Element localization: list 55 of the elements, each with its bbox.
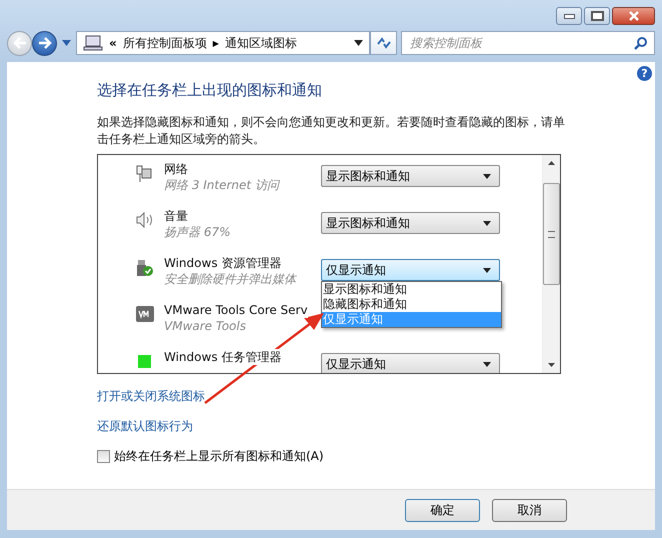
behavior-dropdown[interactable]: 显示图标和通知 xyxy=(321,165,500,187)
description-text: 如果选择隐藏图标和通知，则不会向您通知更改和更新。若要随时查看隐藏的图标，请单击任务栏上通知区域旁的箭头。 xyxy=(97,114,566,148)
breadcrumb-item[interactable]: 所有控制面板项 xyxy=(122,34,207,52)
checkbox-label: 始终在任务栏上显示所有图标和通知(A) xyxy=(114,448,324,465)
address-bar[interactable]: « 所有控制面板项 ▶ 通知区域图标 xyxy=(76,31,370,55)
close-icon xyxy=(628,11,640,21)
computer-icon xyxy=(83,35,103,51)
forward-button[interactable] xyxy=(32,30,57,56)
caret-icon xyxy=(483,268,491,272)
item-name: Windows 任务管理器 xyxy=(164,349,282,365)
search-input[interactable]: 搜索控制面板 xyxy=(408,35,634,51)
speaker-icon xyxy=(136,212,154,228)
search-icon[interactable] xyxy=(634,36,648,50)
caret-icon xyxy=(483,362,491,366)
behavior-dropdown[interactable]: 仅显示通知 xyxy=(321,259,500,281)
dialog-button[interactable]: 取消 xyxy=(492,498,567,522)
item-detail: VMware Tools xyxy=(164,318,247,334)
dropdown-option[interactable]: 隐藏图标和通知 xyxy=(322,297,501,312)
right-arrow-icon xyxy=(38,37,52,49)
refresh-button[interactable] xyxy=(370,31,397,55)
link[interactable]: 打开或关闭系统图标 xyxy=(97,388,205,405)
search-field[interactable]: 搜索控制面板 xyxy=(401,31,655,55)
square-icon xyxy=(138,355,151,368)
checkbox[interactable] xyxy=(97,450,110,463)
link[interactable]: 还原默认图标行为 xyxy=(97,418,193,435)
behavior-dropdown[interactable]: 仅显示通知 xyxy=(321,353,500,373)
help-button[interactable]: ? xyxy=(637,66,652,81)
usb-drive-icon xyxy=(136,259,154,277)
scrollbar[interactable] xyxy=(542,155,560,373)
behavior-dropdown[interactable]: 显示图标和通知 xyxy=(321,212,500,234)
item-detail: 安全删除硬件并弹出媒体 xyxy=(164,271,298,287)
breadcrumb-item[interactable]: 通知区域图标 xyxy=(224,34,297,52)
scroll-up-icon[interactable] xyxy=(548,161,555,165)
dropdown-option[interactable]: 显示图标和通知 xyxy=(322,282,501,297)
caret-icon xyxy=(483,220,491,226)
caret-icon xyxy=(483,174,491,178)
scroll-down-icon[interactable] xyxy=(548,363,555,367)
caret-icon[interactable] xyxy=(354,40,363,46)
left-arrow-icon xyxy=(12,37,26,49)
overflow-chevron[interactable]: « xyxy=(109,36,117,50)
item-name: 网络 xyxy=(164,161,188,177)
maximize-button[interactable] xyxy=(584,7,610,25)
vm-logo-icon xyxy=(136,306,154,322)
item-detail: 网络 3 Internet 访问 xyxy=(164,177,281,193)
item-name: 音量 xyxy=(164,208,188,224)
item-detail: 扬声器 67% xyxy=(164,224,232,240)
history-dropdown-icon[interactable] xyxy=(62,40,71,46)
item-name: Windows 资源管理器 xyxy=(164,255,282,271)
dialog-button[interactable]: 确定 xyxy=(405,498,480,522)
minimize-button[interactable] xyxy=(556,7,582,25)
close-button[interactable] xyxy=(612,7,655,25)
breadcrumb-separator[interactable]: ▶ xyxy=(212,38,219,48)
network-icon xyxy=(136,165,152,183)
item-name: VMware Tools Core Serv xyxy=(164,302,308,318)
page-heading: 选择在任务栏上出现的图标和通知 xyxy=(97,81,322,100)
